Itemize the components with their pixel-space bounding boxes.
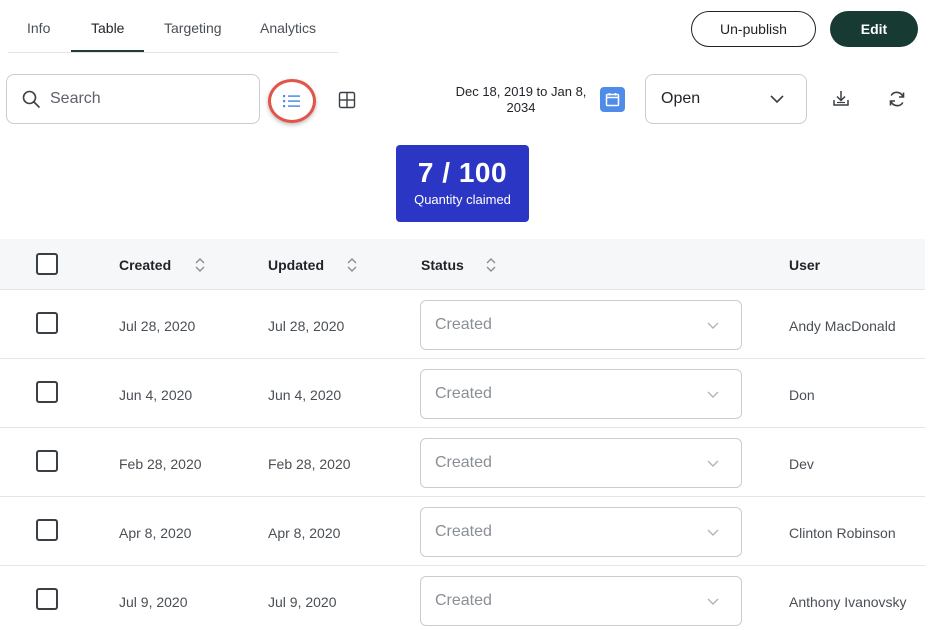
chevron-down-icon bbox=[707, 598, 719, 605]
tab-info[interactable]: Info bbox=[27, 20, 50, 36]
status-filter-value: Open bbox=[661, 90, 701, 107]
created-date: Jul 28, 2020 bbox=[119, 318, 196, 334]
column-header-created: Created bbox=[119, 257, 172, 273]
column-header-user: User bbox=[789, 257, 821, 273]
row-checkbox[interactable] bbox=[36, 381, 58, 403]
sort-icon[interactable] bbox=[346, 256, 358, 274]
tab-targeting[interactable]: Targeting bbox=[164, 20, 222, 36]
active-tab-indicator bbox=[71, 50, 144, 52]
row-status-value: Created bbox=[435, 385, 492, 402]
updated-date: Jul 9, 2020 bbox=[268, 594, 337, 610]
search-input[interactable] bbox=[50, 90, 230, 108]
updated-date: Jun 4, 2020 bbox=[268, 387, 342, 403]
created-date: Jul 9, 2020 bbox=[119, 594, 188, 610]
updated-date: Feb 28, 2020 bbox=[268, 456, 351, 472]
chevron-down-icon bbox=[707, 322, 719, 329]
row-checkbox[interactable] bbox=[36, 312, 58, 334]
row-status-select[interactable]: Created bbox=[420, 369, 742, 419]
edit-button[interactable]: Edit bbox=[830, 11, 918, 47]
refresh-icon bbox=[889, 91, 905, 107]
created-date: Jun 4, 2020 bbox=[119, 387, 193, 403]
chevron-down-icon bbox=[770, 95, 784, 103]
tab-table[interactable]: Table bbox=[91, 20, 124, 36]
row-status-value: Created bbox=[435, 592, 492, 609]
grid-view-icon bbox=[338, 91, 356, 109]
row-status-value: Created bbox=[435, 523, 492, 540]
column-header-status: Status bbox=[421, 257, 464, 273]
tab-bar: Info Table Targeting Analytics bbox=[8, 0, 338, 53]
status-filter-select[interactable]: Open bbox=[645, 74, 807, 124]
row-checkbox[interactable] bbox=[36, 519, 58, 541]
table-row: Jun 4, 2020 Jun 4, 2020 Created Don bbox=[0, 359, 925, 428]
table-header: Created Updated Status User bbox=[0, 239, 925, 290]
calendar-button[interactable] bbox=[600, 87, 625, 112]
chevron-down-icon bbox=[707, 391, 719, 398]
updated-date: Jul 28, 2020 bbox=[268, 318, 345, 334]
unpublish-button[interactable]: Un-publish bbox=[691, 11, 816, 47]
download-button[interactable] bbox=[831, 89, 851, 109]
row-status-value: Created bbox=[435, 316, 492, 333]
tab-analytics[interactable]: Analytics bbox=[260, 20, 316, 36]
chevron-down-icon bbox=[707, 529, 719, 536]
refresh-button[interactable] bbox=[887, 89, 907, 109]
user-name: Andy MacDonald bbox=[789, 318, 896, 334]
row-checkbox[interactable] bbox=[36, 450, 58, 472]
updated-date: Apr 8, 2020 bbox=[268, 525, 341, 541]
row-checkbox[interactable] bbox=[36, 588, 58, 610]
select-all-checkbox[interactable] bbox=[36, 253, 58, 275]
table-row: Jul 9, 2020 Jul 9, 2020 Created Anthony … bbox=[0, 566, 925, 630]
created-date: Apr 8, 2020 bbox=[119, 525, 192, 541]
user-name: Anthony Ivanovsky bbox=[789, 594, 907, 610]
chevron-down-icon bbox=[707, 460, 719, 467]
row-status-value: Created bbox=[435, 454, 492, 471]
sort-icon[interactable] bbox=[485, 256, 497, 274]
row-status-select[interactable]: Created bbox=[420, 507, 742, 557]
row-status-select[interactable]: Created bbox=[420, 300, 742, 350]
search-box[interactable] bbox=[6, 74, 260, 124]
date-range-label: Dec 18, 2019 to Jan 8, 2034 bbox=[455, 84, 587, 115]
quantity-claimed-card: 7 / 100 Quantity claimed bbox=[396, 145, 529, 222]
row-status-select[interactable]: Created bbox=[420, 576, 742, 626]
calendar-icon bbox=[605, 93, 620, 107]
user-name: Clinton Robinson bbox=[789, 525, 896, 541]
table-row: Apr 8, 2020 Apr 8, 2020 Created Clinton … bbox=[0, 497, 925, 566]
download-icon bbox=[833, 91, 849, 106]
quantity-claimed-label: Quantity claimed bbox=[414, 192, 511, 207]
grid-view-button[interactable] bbox=[337, 90, 357, 110]
search-icon bbox=[22, 90, 40, 108]
user-name: Don bbox=[789, 387, 815, 403]
row-status-select[interactable]: Created bbox=[420, 438, 742, 488]
list-view-icon bbox=[283, 95, 300, 108]
sort-icon[interactable] bbox=[194, 256, 206, 274]
user-name: Dev bbox=[789, 456, 814, 472]
table-row: Jul 28, 2020 Jul 28, 2020 Created Andy M… bbox=[0, 290, 925, 359]
table-row: Feb 28, 2020 Feb 28, 2020 Created Dev bbox=[0, 428, 925, 497]
quantity-claimed-value: 7 / 100 bbox=[417, 157, 508, 188]
list-view-button[interactable] bbox=[268, 79, 316, 123]
created-date: Feb 28, 2020 bbox=[119, 456, 202, 472]
column-header-updated: Updated bbox=[268, 257, 324, 273]
